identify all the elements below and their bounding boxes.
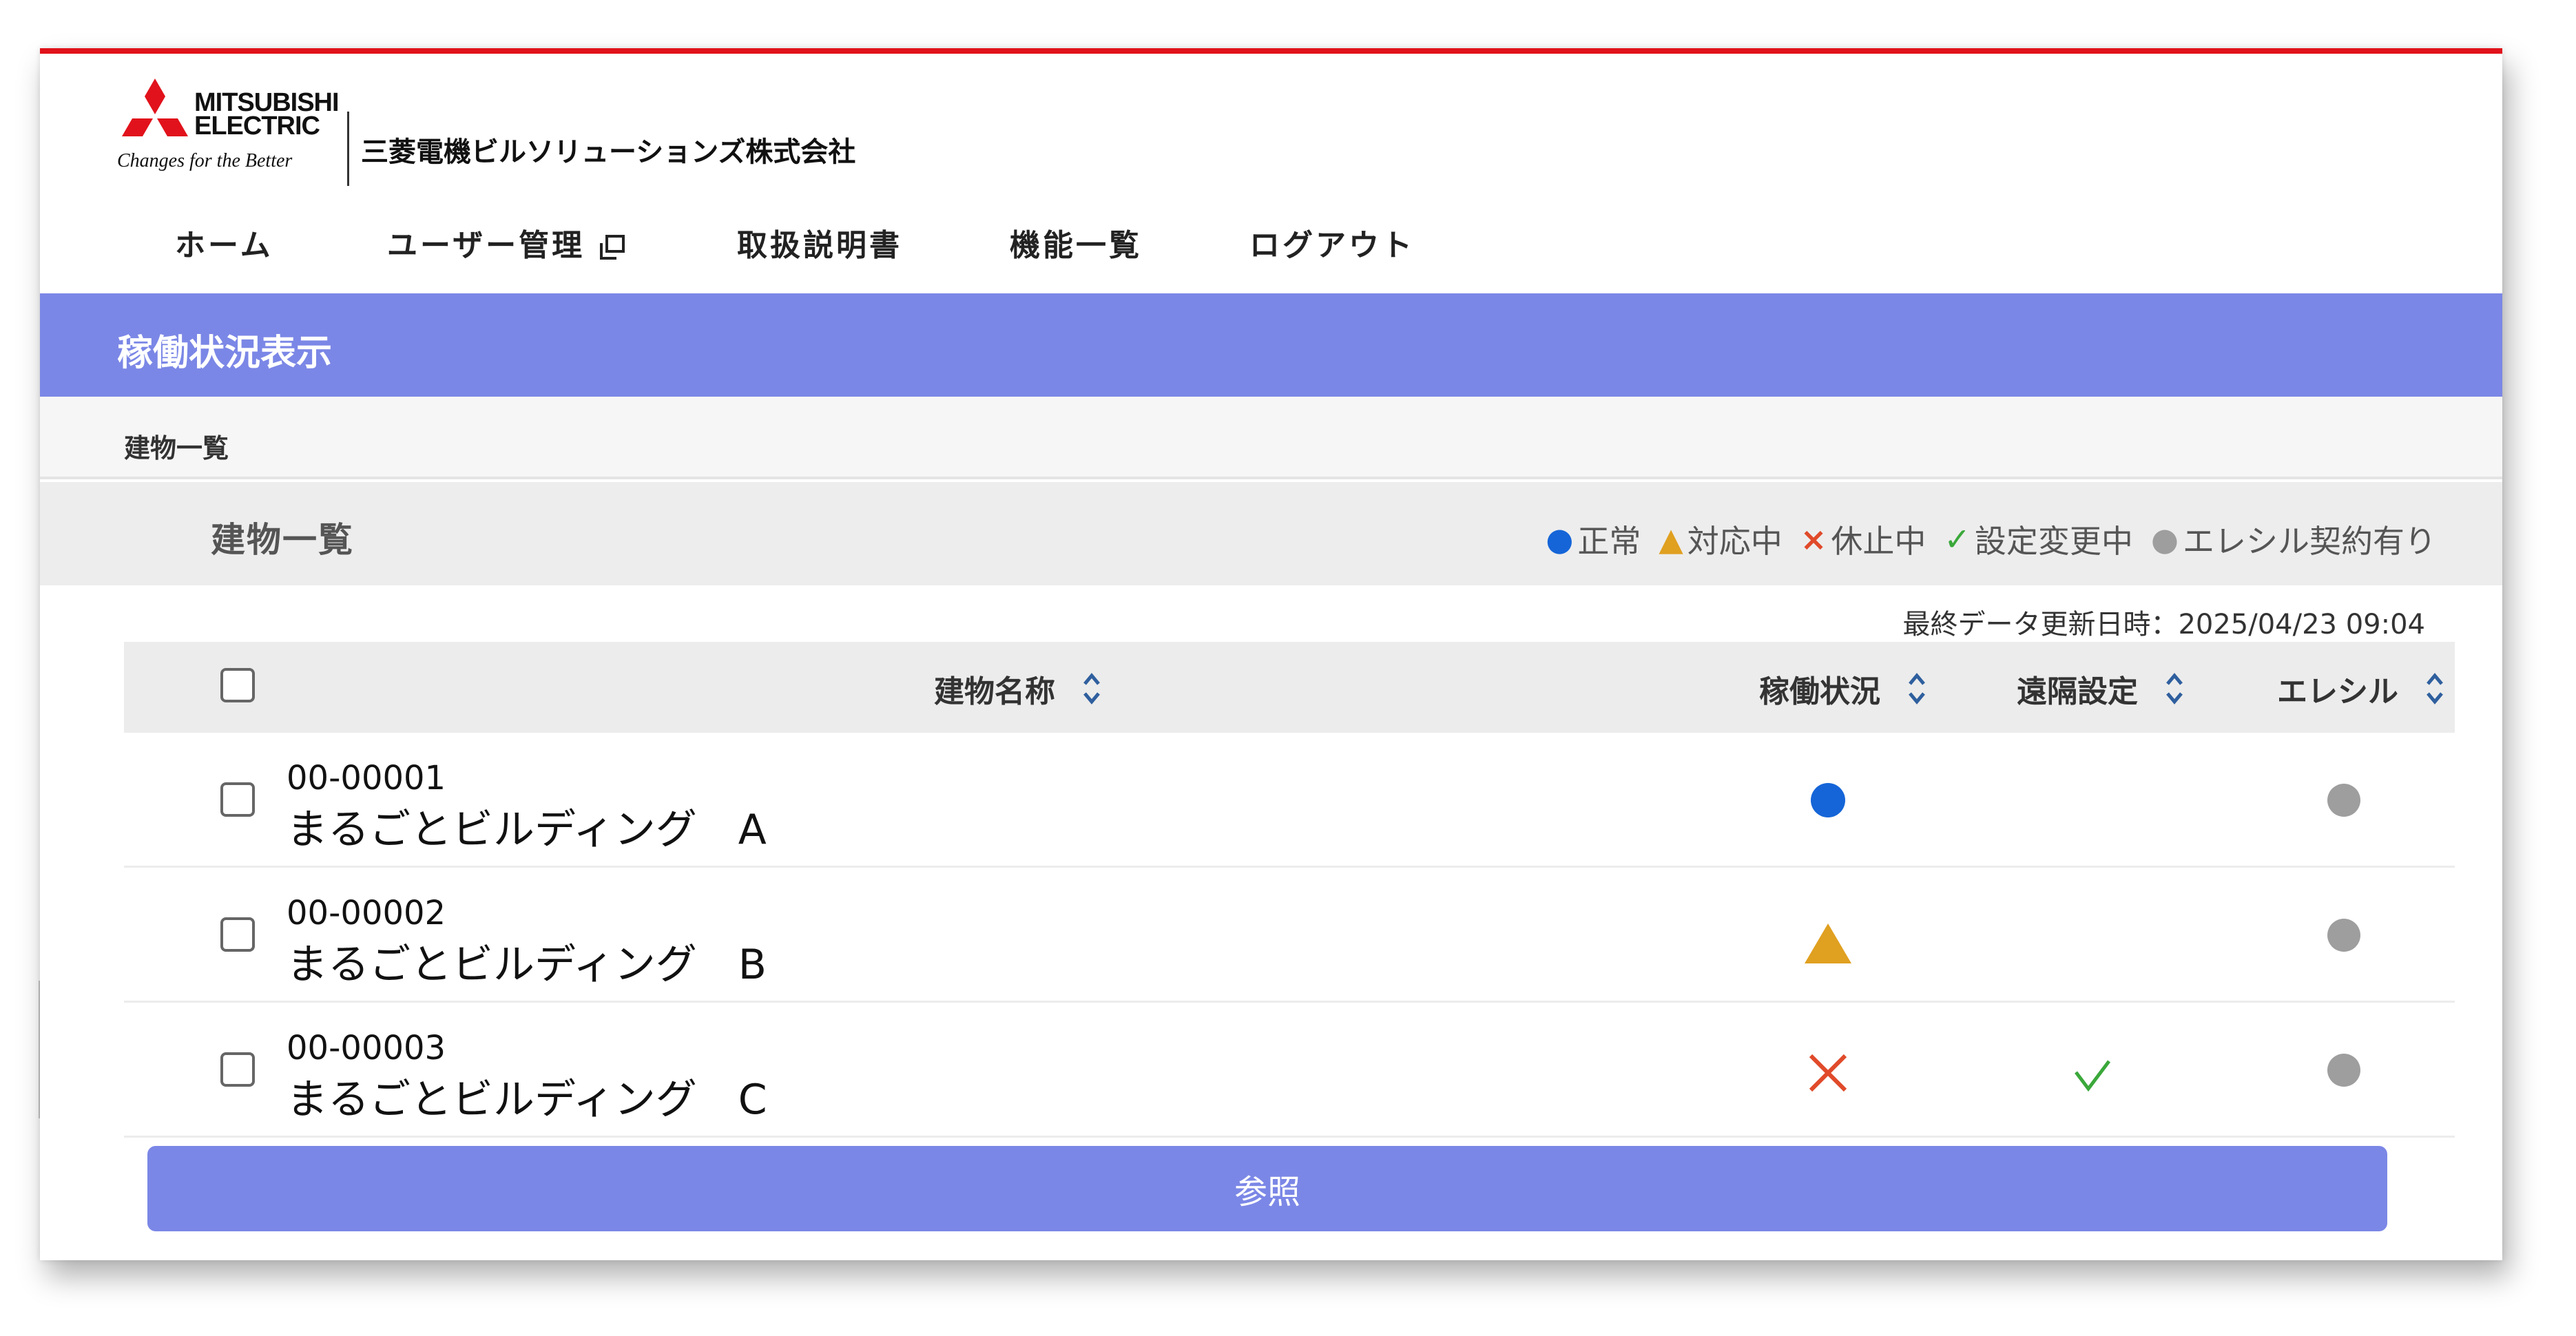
remote-setting-changing-icon bbox=[2065, 1048, 2120, 1103]
legend-changing: ✓ 設定変更中 bbox=[1944, 516, 2133, 562]
breadcrumb-item-building-list[interactable]: 建物一覧 bbox=[124, 427, 229, 465]
brand-tagline: Changes for the Better bbox=[117, 150, 293, 171]
legend-stopped: × 休止中 bbox=[1800, 516, 1926, 562]
sort-icon[interactable] bbox=[2164, 669, 2185, 709]
reference-button[interactable]: 参照 bbox=[147, 1146, 2387, 1231]
main-nav: ホーム ユーザー管理 取扱説明書 機能一覧 ログアウト bbox=[40, 220, 2502, 289]
nav-manual[interactable]: 取扱説明書 bbox=[737, 220, 902, 264]
ereshiru-contract-icon bbox=[2316, 1043, 2371, 1098]
building-name: まるごとビルディング C bbox=[287, 1076, 767, 1124]
three-diamonds-logo-icon bbox=[122, 79, 188, 136]
company-name: 三菱電機ビルソリューションズ株式会社 bbox=[361, 136, 856, 168]
table-row[interactable]: 00-00001 まるごとビルディング A bbox=[124, 733, 2455, 868]
building-table: 建物名称 稼働状況 遠隔設定 エレシル 00-00001 まるごとビルディング … bbox=[124, 642, 2455, 1138]
column-header-name[interactable]: 建物名称 bbox=[934, 667, 1102, 711]
last-updated: 最終データ更新日時：2025/04/23 09:04 bbox=[1902, 609, 2425, 640]
legend-ereshiru: ● エレシル契約有り bbox=[2151, 516, 2436, 562]
building-name: まるごとビルディング B bbox=[287, 941, 767, 989]
page-title: 稼働状況表示 bbox=[117, 333, 333, 374]
legend-normal-icon: ● bbox=[1546, 521, 1574, 558]
column-header-ereshiru[interactable]: エレシル bbox=[2277, 667, 2445, 711]
table-header: 建物名称 稼働状況 遠隔設定 エレシル bbox=[124, 642, 2455, 733]
nav-user-management-label: ユーザー管理 bbox=[387, 228, 585, 263]
select-all-checkbox[interactable] bbox=[220, 668, 255, 702]
column-header-status-label: 稼働状況 bbox=[1759, 674, 1880, 709]
table-row[interactable]: 00-00003 まるごとビルディング C bbox=[124, 1003, 2455, 1138]
breadcrumb: 建物一覧 bbox=[40, 397, 2502, 479]
legend-normal: ● 正常 bbox=[1546, 516, 1641, 562]
row-checkbox[interactable] bbox=[220, 917, 255, 952]
nav-home[interactable]: ホーム bbox=[175, 220, 273, 264]
legend-stopped-label: 休止中 bbox=[1831, 523, 1926, 560]
column-header-name-label: 建物名称 bbox=[934, 674, 1055, 709]
legend-responding-label: 対応中 bbox=[1687, 523, 1783, 560]
status-responding-icon bbox=[1800, 916, 1856, 971]
brand-divider bbox=[347, 112, 349, 186]
ereshiru-contract-icon bbox=[2316, 773, 2371, 828]
brand-line-2: ELECTRIC bbox=[194, 112, 320, 140]
status-stopped-icon bbox=[1800, 1045, 1856, 1100]
sort-icon[interactable] bbox=[2424, 669, 2445, 709]
legend-changing-icon: ✓ bbox=[1944, 521, 1971, 558]
nav-logout[interactable]: ログアウト bbox=[1249, 220, 1415, 264]
column-header-ereshiru-label: エレシル bbox=[2277, 674, 2398, 709]
status-normal-icon bbox=[1800, 773, 1856, 828]
column-header-remote[interactable]: 遠隔設定 bbox=[2017, 667, 2185, 711]
column-header-status[interactable]: 稼働状況 bbox=[1759, 667, 1927, 711]
section-title: 建物一覧 bbox=[211, 520, 354, 560]
row-checkbox[interactable] bbox=[220, 1052, 255, 1087]
building-code: 00-00001 bbox=[287, 759, 446, 797]
legend-ereshiru-icon: ● bbox=[2150, 521, 2179, 558]
table-row[interactable]: 00-00002 まるごとビルディング B bbox=[124, 868, 2455, 1003]
legend-stopped-icon: × bbox=[1800, 521, 1827, 558]
brand-line-1: MITSUBISHI bbox=[194, 88, 340, 117]
nav-user-management[interactable]: ユーザー管理 bbox=[387, 220, 627, 264]
row-checkbox[interactable] bbox=[220, 782, 255, 817]
brand-strip bbox=[40, 48, 2502, 54]
legend-responding-icon: ▲ bbox=[1659, 521, 1683, 558]
sort-icon[interactable] bbox=[1907, 669, 1927, 709]
ereshiru-contract-icon bbox=[2316, 908, 2371, 963]
building-name: まるごとビルディング A bbox=[287, 806, 767, 854]
building-code: 00-00002 bbox=[287, 894, 446, 932]
legend-changing-label: 設定変更中 bbox=[1974, 523, 2133, 560]
legend-normal-label: 正常 bbox=[1577, 523, 1641, 560]
building-code: 00-00003 bbox=[287, 1029, 446, 1067]
sort-icon[interactable] bbox=[1081, 669, 1102, 709]
legend-responding: ▲ 対応中 bbox=[1659, 516, 1782, 562]
status-legend: ● 正常 ▲ 対応中 × 休止中 ✓ 設定変更中 ● エレシル契約有り bbox=[1546, 516, 2436, 562]
section-header: 建物一覧 ● 正常 ▲ 対応中 × 休止中 ✓ 設定変更中 ● エレシル契約有り bbox=[40, 482, 2502, 585]
legend-ereshiru-label: エレシル契約有り bbox=[2183, 523, 2436, 560]
external-window-icon bbox=[600, 235, 625, 260]
nav-function-list[interactable]: 機能一覧 bbox=[1010, 220, 1142, 264]
app-window: MITSUBISHI ELECTRIC Changes for the Bett… bbox=[40, 48, 2502, 1260]
column-header-remote-label: 遠隔設定 bbox=[2017, 674, 2138, 709]
brand-wordmark: MITSUBISHI ELECTRIC bbox=[194, 88, 340, 140]
page-title-bar: 稼働状況表示 bbox=[40, 293, 2502, 397]
